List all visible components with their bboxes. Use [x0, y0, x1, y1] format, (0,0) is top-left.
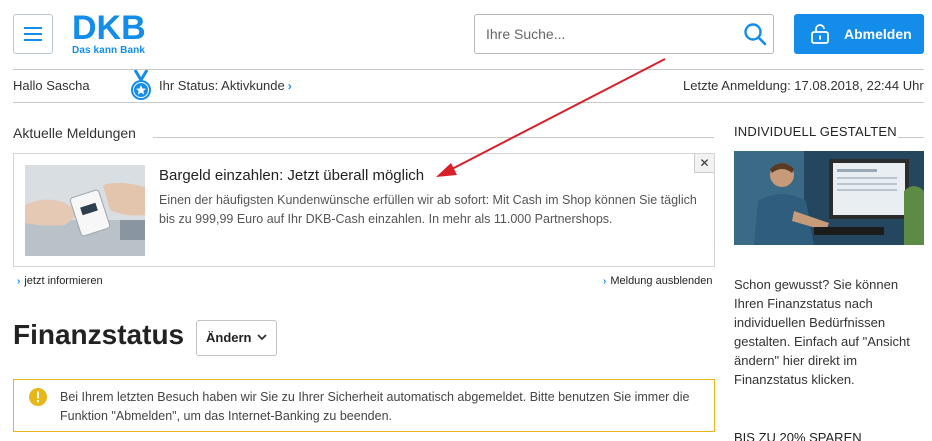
menu-button[interactable] — [13, 14, 53, 54]
logout-label: Abmelden — [844, 26, 912, 42]
logout-button[interactable]: Abmelden — [794, 14, 924, 54]
finance-status-title: Finanzstatus — [13, 319, 185, 350]
chevron-right-icon: › — [287, 79, 292, 93]
sidebar-text: Schon gewusst? Sie können Ihren Finanzst… — [734, 277, 910, 387]
close-icon: ✕ — [699, 156, 710, 170]
security-alert: Bei Ihrem letzten Besuch haben wir Sie z… — [13, 379, 715, 432]
close-news-button[interactable]: ✕ — [694, 154, 714, 173]
chevron-right-icon: › — [17, 276, 21, 287]
chevron-down-icon — [257, 334, 267, 341]
greeting-text: Hallo Sascha — [13, 78, 90, 93]
warning-icon — [29, 388, 47, 406]
logo-main-text: DKB — [72, 9, 146, 47]
inform-link[interactable]: › jetzt informieren — [17, 275, 103, 287]
search-icon[interactable] — [743, 22, 767, 46]
news-headline[interactable]: Bargeld einzahlen: Jetzt überall möglich — [159, 167, 424, 184]
search-box — [474, 14, 774, 54]
customer-status-link[interactable]: Ihr Status: Aktivkunde › — [159, 78, 292, 93]
search-input[interactable] — [475, 15, 733, 53]
last-login-text: Letzte Anmeldung: 17.08.2018, 22:44 Uhr — [683, 78, 924, 93]
lock-icon — [811, 24, 829, 44]
sidebar-next-title: BIS ZU 20% SPAREN — [734, 430, 862, 441]
chevron-right-icon: › — [603, 276, 607, 287]
news-body: Einen der häufigsten Kundenwünsche erfül… — [159, 193, 697, 226]
change-view-label: Ändern — [206, 330, 252, 345]
logo-tagline: Das kann Bank — [72, 45, 145, 56]
sidebar-title: INDIVIDUELL GESTALTEN — [734, 124, 897, 139]
medal-icon — [131, 70, 151, 100]
news-card: Bargeld einzahlen: Jetzt überall möglich… — [13, 153, 715, 267]
hide-news-label: Meldung ausblenden — [610, 275, 713, 287]
dkb-logo[interactable]: DKB Das kann Bank — [72, 9, 146, 56]
sidebar-title-rule — [898, 137, 924, 138]
customer-status-label: Ihr Status: Aktivkunde — [159, 78, 285, 93]
alert-message: Bei Ihrem letzten Besuch haben wir Sie z… — [60, 390, 690, 423]
news-section-title: Aktuelle Meldungen — [13, 125, 136, 141]
inform-link-label: jetzt informieren — [24, 275, 103, 287]
news-section-rule — [153, 137, 714, 138]
change-view-dropdown[interactable]: Ändern — [196, 320, 277, 356]
hide-news-link[interactable]: › Meldung ausblenden — [603, 275, 712, 287]
menu-icon — [24, 27, 42, 41]
sidebar-image — [734, 151, 924, 245]
statusbar-divider — [13, 102, 924, 103]
news-image — [25, 165, 145, 256]
